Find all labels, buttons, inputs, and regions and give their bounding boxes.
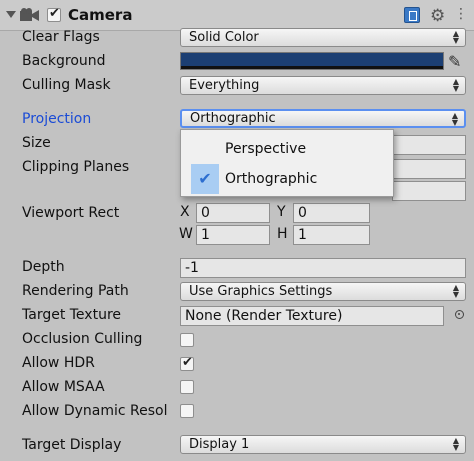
- depth-label: Depth: [22, 259, 65, 275]
- rendering-path-label: Rendering Path: [22, 283, 129, 299]
- popup-option-label: Perspective: [225, 141, 307, 157]
- allow-dynamic-resolution-checkbox[interactable]: [180, 404, 194, 418]
- size-label: Size: [22, 135, 51, 151]
- clipping-near-field[interactable]: [392, 159, 466, 179]
- culling-mask-value: Everything: [189, 78, 260, 93]
- viewport-x-label: X: [180, 204, 190, 220]
- allow-msaa-label: Allow MSAA: [22, 379, 105, 395]
- projection-dropdown[interactable]: Orthographic ▲ ▼: [180, 109, 466, 128]
- clear-flags-value: Solid Color: [189, 30, 259, 45]
- dropdown-arrows-icon: ▲ ▼: [452, 283, 459, 299]
- occlusion-culling-checkbox[interactable]: [180, 333, 194, 347]
- allow-dynamic-resolution-label: Allow Dynamic Resol: [22, 403, 168, 419]
- target-display-value: Display 1: [189, 437, 250, 452]
- projection-value: Orthographic: [190, 111, 276, 126]
- culling-mask-dropdown[interactable]: Everything ▲ ▼: [180, 76, 466, 95]
- dropdown-arrows-icon: ▲ ▼: [452, 436, 459, 452]
- rendering-path-dropdown[interactable]: Use Graphics Settings ▲ ▼: [180, 282, 466, 301]
- target-texture-label: Target Texture: [22, 307, 122, 323]
- size-field[interactable]: [392, 135, 466, 155]
- rendering-path-value: Use Graphics Settings: [189, 284, 333, 299]
- target-texture-field[interactable]: None (Render Texture): [180, 306, 444, 326]
- popup-option-orthographic[interactable]: ✔ Orthographic: [181, 164, 393, 194]
- camera-icon: [20, 8, 39, 21]
- viewport-w-field[interactable]: 1: [196, 225, 270, 245]
- clipping-far-field[interactable]: [392, 181, 466, 201]
- clear-flags-label: Clear Flags: [22, 29, 100, 45]
- projection-popup-menu: Perspective ✔ Orthographic: [180, 129, 394, 197]
- viewport-x-field[interactable]: 0: [196, 203, 270, 223]
- dropdown-arrows-icon: ▲ ▼: [452, 29, 459, 45]
- background-label: Background: [22, 53, 106, 69]
- clipping-planes-label: Clipping Planes: [22, 159, 130, 175]
- target-display-dropdown[interactable]: Display 1 ▲ ▼: [180, 435, 466, 454]
- viewport-w-label: W: [179, 226, 193, 242]
- projection-label: Projection: [22, 111, 92, 127]
- dropdown-arrows-icon: ▲ ▼: [452, 77, 459, 93]
- popup-option-label: Orthographic: [225, 171, 318, 187]
- allow-hdr-checkbox[interactable]: [180, 355, 194, 371]
- component-enabled-checkbox[interactable]: [47, 6, 61, 22]
- target-display-label: Target Display: [22, 437, 122, 453]
- viewport-y-field[interactable]: 0: [293, 203, 370, 223]
- eyedropper-icon[interactable]: ✎: [448, 52, 461, 71]
- culling-mask-label: Culling Mask: [22, 77, 111, 93]
- popup-option-perspective[interactable]: Perspective: [181, 134, 393, 164]
- dropdown-arrows-icon: ▲ ▼: [451, 111, 458, 127]
- allow-hdr-label: Allow HDR: [22, 355, 95, 371]
- object-picker-icon[interactable]: [455, 310, 464, 319]
- checkmark-icon: ✔: [191, 164, 219, 194]
- background-color-swatch[interactable]: [180, 52, 444, 70]
- allow-msaa-checkbox[interactable]: [180, 380, 194, 394]
- occlusion-culling-label: Occlusion Culling: [22, 331, 143, 347]
- depth-field[interactable]: -1: [180, 258, 466, 278]
- foldout-arrow-icon[interactable]: [6, 11, 16, 18]
- component-title: Camera: [68, 6, 133, 24]
- settings-gear-icon[interactable]: ⚙: [430, 6, 445, 26]
- viewport-y-label: Y: [277, 204, 286, 220]
- clear-flags-dropdown[interactable]: Solid Color ▲ ▼: [180, 28, 466, 47]
- help-book-icon[interactable]: [404, 7, 420, 23]
- viewport-h-label: H: [277, 226, 288, 242]
- viewport-h-field[interactable]: 1: [293, 225, 370, 245]
- viewport-rect-label: Viewport Rect: [22, 205, 120, 221]
- context-menu-icon[interactable]: ⋮: [454, 6, 468, 22]
